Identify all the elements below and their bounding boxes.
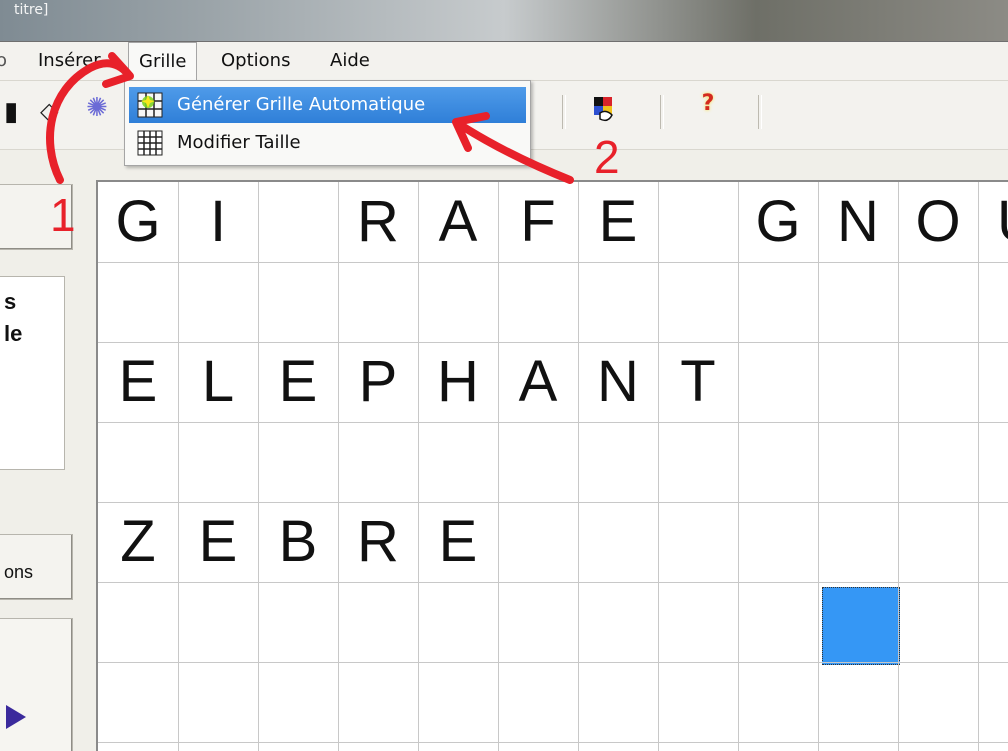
play-arrow-icon[interactable] — [6, 705, 26, 729]
menu-options[interactable]: Options — [221, 50, 290, 71]
menu-item-modifier-taille[interactable]: Modifier Taille — [129, 125, 526, 161]
grid-line-horizontal — [98, 742, 1008, 743]
grid-line-vertical — [978, 182, 979, 751]
toolbar-separator — [562, 95, 566, 129]
left-panel-options-button[interactable]: ons — [0, 534, 73, 600]
grid-line-horizontal — [98, 662, 1008, 663]
grid-line-vertical — [658, 182, 659, 751]
grid-letter[interactable]: F — [498, 182, 578, 262]
grid-line-horizontal — [98, 262, 1008, 263]
grid-line-vertical — [178, 182, 179, 751]
grid-letter[interactable]: U — [978, 182, 1008, 262]
grid-line-vertical — [418, 182, 419, 751]
grid-line-horizontal — [98, 422, 1008, 423]
grid-line-vertical — [578, 182, 579, 751]
puzzle-icon[interactable]: ✺ — [86, 93, 108, 123]
left-panel-text-1: s — [4, 289, 17, 314]
left-panel-lower-panel — [0, 618, 73, 751]
menu-item-generer-grille[interactable]: Générer Grille Automatique — [129, 87, 526, 123]
grid-letter[interactable]: Z — [98, 502, 178, 582]
grid-line-vertical — [898, 182, 899, 751]
grid-letter[interactable]: N — [818, 182, 898, 262]
grid-letter[interactable]: T — [658, 342, 738, 422]
grid-letter[interactable]: E — [98, 342, 178, 422]
grid-letter[interactable]: E — [258, 342, 338, 422]
menu-aide[interactable]: Aide — [330, 50, 370, 71]
window-title: titre] — [14, 2, 49, 18]
grid-line-vertical — [338, 182, 339, 751]
grid-letter[interactable]: A — [418, 182, 498, 262]
left-panel-info-box: s le — [0, 276, 65, 470]
menu-item-label: Générer Grille Automatique — [177, 94, 426, 115]
grid-line-horizontal — [98, 582, 1008, 583]
generate-grid-icon — [137, 92, 163, 118]
word-grid[interactable]: GIRAFEGNOUELEPHANTZEBRE — [96, 180, 1008, 751]
grid-letter[interactable]: R — [338, 182, 418, 262]
grid-letter[interactable]: E — [418, 502, 498, 582]
toolbar-separator — [660, 95, 664, 129]
help-icon[interactable]: ? — [694, 91, 722, 125]
grid-line-vertical — [498, 182, 499, 751]
grid-line-vertical — [818, 182, 819, 751]
annotation-number-2: 2 — [594, 131, 620, 183]
grid-letter[interactable]: H — [418, 342, 498, 422]
grid-letter[interactable]: I — [178, 182, 258, 262]
grid-letter[interactable]: A — [498, 342, 578, 422]
grid-letter[interactable]: N — [578, 342, 658, 422]
selected-cell[interactable] — [822, 587, 900, 665]
app-window: titre] o Insérer Options Aide Grille ▮ ◇… — [0, 0, 1008, 751]
grid-letter[interactable]: L — [178, 342, 258, 422]
grid-letter[interactable]: B — [258, 502, 338, 582]
grid-line-vertical — [738, 182, 739, 751]
menu-item-label: Modifier Taille — [177, 132, 301, 153]
grid-size-icon — [137, 130, 163, 156]
menu-inserer[interactable]: Insérer — [38, 50, 101, 71]
annotation-number-1: 1 — [50, 189, 76, 241]
grid-letter[interactable]: E — [578, 182, 658, 262]
grid-letter[interactable]: G — [738, 182, 818, 262]
toolbar-separator — [758, 95, 762, 129]
left-panel-text-2: le — [4, 321, 23, 346]
menu-grille[interactable]: Grille — [128, 42, 198, 81]
grid-letter[interactable]: P — [338, 342, 418, 422]
eraser-icon[interactable]: ◇ — [40, 97, 58, 125]
grid-letter[interactable]: R — [338, 502, 418, 582]
help-icon-glyph: ? — [701, 91, 715, 116]
palette-icon[interactable] — [592, 95, 620, 125]
title-bar: titre] — [0, 0, 1008, 42]
menu-partial-left[interactable]: o — [0, 50, 7, 71]
grid-line-vertical — [258, 182, 259, 751]
left-panel: s le ons — [0, 150, 92, 751]
save-icon[interactable]: ▮ — [4, 97, 18, 127]
grid-letter[interactable]: O — [898, 182, 978, 262]
grille-dropdown-menu: Générer Grille Automatique Modifier Tail… — [124, 80, 531, 166]
grid-letter[interactable]: E — [178, 502, 258, 582]
left-panel-button-label: ons — [4, 562, 34, 582]
grid-letter[interactable]: G — [98, 182, 178, 262]
